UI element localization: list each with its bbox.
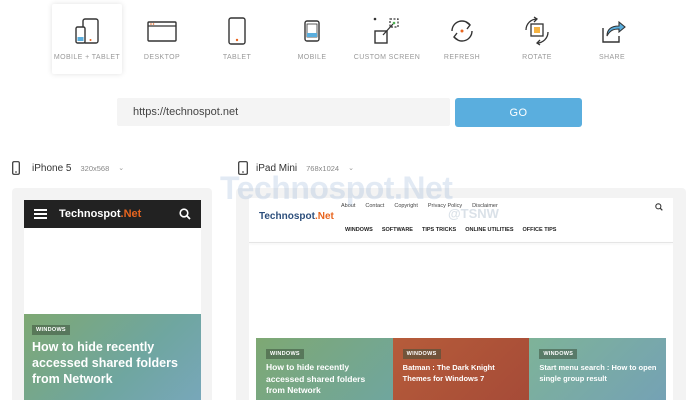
site-logo[interactable]: Technospot.Net (59, 208, 141, 220)
category-badge: WINDOWS (266, 349, 304, 359)
search-icon[interactable] (655, 203, 663, 211)
ipad-viewport[interactable]: About Contact Copyright Privacy Policy D… (249, 198, 673, 400)
refresh-button[interactable]: REFRESH (427, 4, 497, 74)
mobile-label: MOBILE (297, 54, 327, 61)
device-name: iPad Mini (256, 162, 298, 174)
post-card[interactable]: WINDOWS Batman : The Dark Knight Themes … (392, 338, 530, 400)
search-icon[interactable] (179, 208, 191, 220)
custom-screen-label: CUSTOM SCREEN (353, 54, 421, 61)
device-selector-iphone[interactable]: iPhone 5 320x568 ⌄ (12, 157, 124, 179)
top-link[interactable]: Copyright (394, 203, 418, 209)
device-size: 768x1024 (306, 163, 340, 173)
menu-divider (249, 242, 673, 243)
device-size: 320x568 (80, 163, 110, 173)
iphone-viewport[interactable]: Technospot.Net WINDOWS How to hide recen… (24, 200, 201, 400)
mobile-tablet-label: MOBILE + TABLET (53, 54, 121, 61)
rotate-label: ROTATE (522, 54, 552, 61)
phone-icon (12, 161, 20, 175)
url-input[interactable] (117, 98, 450, 126)
main-menu: WINDOWS SOFTWARE TIPS TRICKS ONLINE UTIL… (345, 227, 556, 233)
featured-post[interactable]: WINDOWS How to hide recently accessed sh… (24, 314, 201, 400)
post-title: How to hide recently accessed shared fol… (32, 340, 178, 386)
desktop-button[interactable]: DESKTOP (127, 4, 197, 74)
post-title: Start menu search : How to open single g… (539, 363, 657, 383)
device-name: iPhone 5 (32, 162, 72, 174)
menu-item[interactable]: SOFTWARE (382, 227, 413, 233)
top-link[interactable]: About (341, 203, 355, 209)
featured-posts: WINDOWS How to hide recently accessed sh… (256, 338, 667, 400)
tablet-label: TABLET (222, 54, 252, 61)
desktop-icon (147, 21, 177, 42)
category-badge: WINDOWS (32, 325, 70, 335)
top-link[interactable]: Disclaimer (472, 203, 498, 209)
post-title: How to hide recently accessed shared fol… (266, 362, 366, 395)
device-selector-ipad[interactable]: iPad Mini 768x1024 ⌄ (238, 157, 354, 179)
menu-item[interactable]: WINDOWS (345, 227, 373, 233)
menu-item[interactable]: TIPS TRICKS (422, 227, 456, 233)
chevron-down-icon: ⌄ (348, 165, 354, 172)
top-links: About Contact Copyright Privacy Policy D… (341, 203, 498, 209)
post-card[interactable]: WINDOWS How to hide recently accessed sh… (256, 338, 393, 400)
tablet-button[interactable]: TABLET (202, 4, 272, 74)
top-link[interactable]: Privacy Policy (428, 203, 462, 209)
desktop-label: DESKTOP (143, 54, 181, 61)
site-header: Technospot.Net (24, 200, 201, 228)
post-title: Batman : The Dark Knight Themes for Wind… (402, 363, 495, 383)
custom-screen-button[interactable]: CUSTOM SCREEN (352, 4, 422, 74)
custom-screen-icon (373, 17, 399, 44)
go-button[interactable]: GO (455, 98, 582, 127)
hamburger-menu-icon[interactable] (34, 207, 47, 221)
category-badge: WINDOWS (402, 349, 441, 359)
url-field-container (117, 98, 450, 126)
top-link[interactable]: Contact (365, 203, 384, 209)
chevron-down-icon: ⌄ (118, 165, 125, 172)
post-card[interactable]: WINDOWS Start menu search : How to open … (529, 338, 667, 400)
menu-item[interactable]: ONLINE UTILITIES (465, 227, 513, 233)
share-label: SHARE (598, 54, 626, 61)
rotate-button[interactable]: ROTATE (502, 4, 572, 74)
category-badge: WINDOWS (539, 349, 578, 359)
mobile-icon (304, 20, 320, 42)
refresh-icon (451, 20, 473, 42)
rotate-icon (525, 16, 549, 46)
tablet-icon (228, 17, 246, 45)
responsive-tester-page: MOBILE + TABLET DESKTOP TABLET MOBILE CU… (0, 0, 700, 400)
device-toolbar: MOBILE + TABLET DESKTOP TABLET MOBILE CU… (0, 0, 700, 80)
menu-item[interactable]: OFFICE TIPS (523, 227, 557, 233)
share-button[interactable]: SHARE (577, 4, 647, 74)
site-logo[interactable]: Technospot.Net (259, 211, 334, 222)
mobile-tablet-button[interactable]: MOBILE + TABLET (52, 4, 122, 74)
tablet-icon (238, 161, 248, 175)
mobile-tablet-icon (75, 18, 99, 44)
mobile-button[interactable]: MOBILE (277, 4, 347, 74)
share-icon (602, 20, 626, 43)
refresh-label: REFRESH (443, 54, 481, 61)
